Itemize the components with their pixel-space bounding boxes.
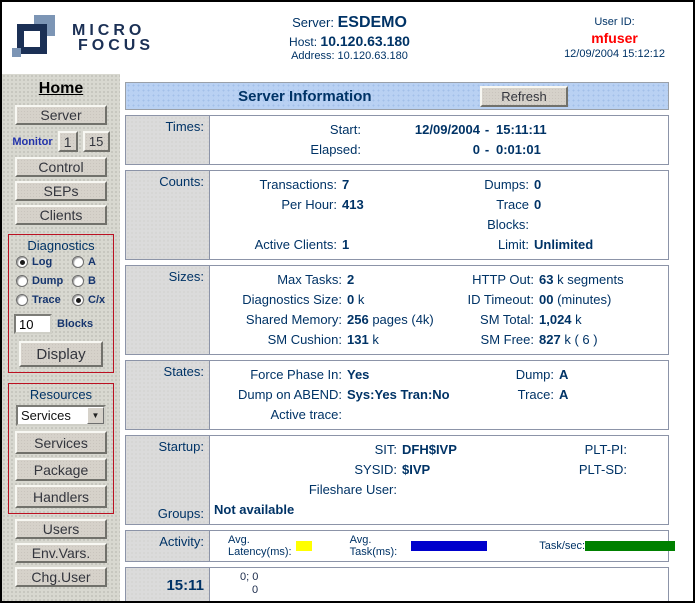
groups-value: Not available <box>212 500 666 520</box>
chevron-down-icon[interactable]: ▼ <box>87 407 104 424</box>
main-panel: Server Information Refresh Times: Start:… <box>120 74 693 601</box>
services-button[interactable]: Services <box>15 431 107 454</box>
blocks-label: Blocks <box>57 318 93 330</box>
seps-button[interactable]: SEPs <box>15 181 107 201</box>
section-label-states: States: <box>164 364 204 379</box>
server-identity: Server: ESDEMO Host: 10.120.63.180 Addre… <box>232 14 467 62</box>
section-label-sizes: Sizes: <box>169 269 204 284</box>
radio-option-log[interactable]: Log <box>16 256 72 268</box>
host-label: Host: <box>289 35 317 49</box>
server-name: ESDEMO <box>338 14 407 31</box>
page-title: Server Information <box>126 83 484 109</box>
startup-section: Startup: Groups: SIT: DFH$IVP PLT-PI: SY… <box>125 435 669 525</box>
task-color-bar <box>411 541 487 551</box>
activity-section: Activity: Avg. Latency(ms): Avg. Task(ms… <box>125 530 669 562</box>
home-link[interactable]: Home <box>39 80 83 98</box>
trace-radio[interactable] <box>16 294 28 306</box>
legend-avg-latency: Avg. Latency(ms): <box>228 534 312 558</box>
resource-type-select[interactable]: Services ▼ <box>16 405 106 426</box>
section-label-activity: Activity: <box>159 534 204 549</box>
latency-color-swatch <box>296 541 311 551</box>
envvars-button[interactable]: Env.Vars. <box>15 543 107 563</box>
timestamp: 12/09/2004 15:12:12 <box>564 48 665 60</box>
handlers-button[interactable]: Handlers <box>15 485 107 508</box>
logo-wordmark: MICRO FOCUS <box>72 23 154 53</box>
resources-group: Resources Services ▼ Services Package Ha… <box>8 383 114 514</box>
diagnostics-group: Diagnostics Log A Dump <box>8 234 114 373</box>
sidebar: Home Server Monitor 1 15 Control SEPs Cl… <box>2 74 120 601</box>
page-header: MICRO FOCUS Server: ESDEMO Host: 10.120.… <box>2 2 693 74</box>
task-sec-color-bar <box>585 541 675 551</box>
app-window: MICRO FOCUS Server: ESDEMO Host: 10.120.… <box>0 0 695 603</box>
a-radio[interactable] <box>72 256 84 268</box>
user-id-value: mfuser <box>564 30 665 46</box>
counts-section: Counts: Transactions: 7 Dumps: 0 Per Hou… <box>125 170 669 260</box>
monitor-label: Monitor <box>12 136 52 148</box>
cx-radio[interactable] <box>72 294 84 306</box>
activity-data-row: 15:11 0; 0 0 <box>125 567 669 601</box>
clients-button[interactable]: Clients <box>15 205 107 225</box>
legend-task-per-sec: Task/sec: <box>539 540 675 552</box>
users-button[interactable]: Users <box>15 519 107 539</box>
section-label-counts: Counts: <box>159 174 204 189</box>
blocks-row: Blocks <box>12 314 110 334</box>
chguser-button[interactable]: Chg.User <box>15 567 107 587</box>
display-button[interactable]: Display <box>19 341 103 367</box>
dump-radio[interactable] <box>16 275 28 287</box>
legend-avg-task: Avg. Task(ms): <box>350 534 488 558</box>
server-information-header: Server Information Refresh <box>125 82 669 110</box>
radio-option-a[interactable]: A <box>72 256 114 268</box>
radio-option-b[interactable]: B <box>72 275 114 287</box>
control-button[interactable]: Control <box>15 157 107 177</box>
b-radio[interactable] <box>72 275 84 287</box>
server-label: Server: <box>292 15 334 30</box>
user-info: User ID: mfuser 12/09/2004 15:12:12 <box>564 16 665 60</box>
resources-title: Resources <box>30 387 92 402</box>
server-button[interactable]: Server <box>15 105 107 125</box>
micro-focus-logo: MICRO FOCUS <box>12 15 154 61</box>
activity-values-line2: 0 <box>252 584 666 597</box>
section-label-startup: Startup: <box>158 439 204 454</box>
activity-time: 15:11 <box>166 571 204 594</box>
diagnostics-radio-grid: Log A Dump B <box>12 256 110 306</box>
monitor-count-button[interactable]: 15 <box>83 131 110 152</box>
times-row-start: Start: 12/09/2004 - 15:11:11 <box>212 120 666 140</box>
times-section: Times: Start: 12/09/2004 - 15:11:11 Elap… <box>125 115 669 165</box>
micro-focus-logo-icon <box>12 15 64 61</box>
monitor-interval-button[interactable]: 1 <box>58 131 78 152</box>
times-row-elapsed: Elapsed: 0 - 0:01:01 <box>212 140 666 160</box>
help-label: Help <box>10 598 40 601</box>
sizes-section: Sizes: Max Tasks: 2 HTTP Out: 63 k segme… <box>125 265 669 355</box>
blocks-input[interactable] <box>14 314 52 334</box>
radio-option-dump[interactable]: Dump <box>16 275 72 287</box>
host-value: 10.120.63.180 <box>320 33 410 49</box>
user-id-label: User ID: <box>564 16 665 28</box>
package-button[interactable]: Package <box>15 458 107 481</box>
section-label-times: Times: <box>165 119 204 134</box>
refresh-button-top[interactable]: Refresh <box>480 86 568 107</box>
section-label-groups: Groups: <box>158 506 204 524</box>
radio-option-cx[interactable]: C/x <box>72 294 114 306</box>
diagnostics-title: Diagnostics <box>27 238 94 253</box>
states-section: States: Force Phase In: Yes Dump: A Dump… <box>125 360 669 430</box>
monitor-row: Monitor 1 15 <box>12 131 109 152</box>
address-line: Address: 10.120.63.180 <box>232 50 467 62</box>
radio-option-trace[interactable]: Trace <box>16 294 72 306</box>
activity-values-line1: 0; 0 <box>240 571 666 584</box>
log-radio[interactable] <box>16 256 28 268</box>
